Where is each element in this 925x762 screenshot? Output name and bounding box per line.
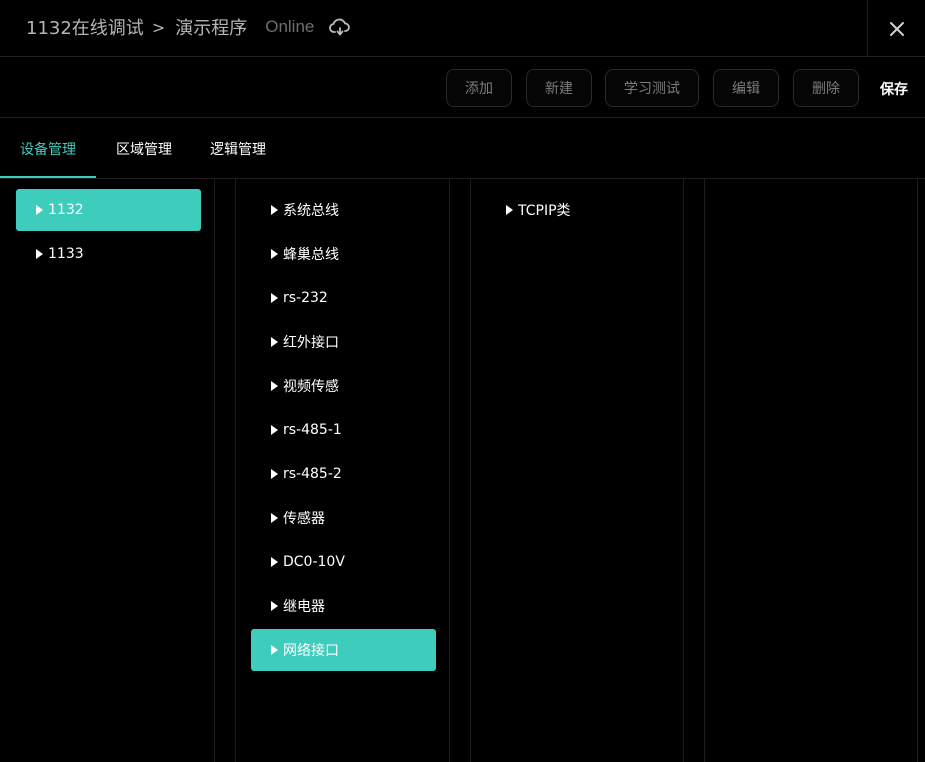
connection-status: Online bbox=[265, 17, 315, 36]
list-item[interactable]: rs-485-2 bbox=[251, 453, 436, 495]
caret-right-icon bbox=[36, 205, 43, 215]
list-item[interactable]: 视频传感 bbox=[251, 365, 436, 407]
caret-right-icon bbox=[36, 249, 43, 259]
delete-button[interactable]: 删除 bbox=[793, 69, 859, 107]
column-divider bbox=[449, 179, 450, 762]
edit-button[interactable]: 编辑 bbox=[713, 69, 779, 107]
caret-right-icon bbox=[271, 381, 278, 391]
add-button[interactable]: 添加 bbox=[446, 69, 512, 107]
tab-area-management[interactable]: 区域管理 bbox=[116, 139, 172, 159]
list-item[interactable]: 红外接口 bbox=[251, 321, 436, 363]
cloud-sync-icon[interactable] bbox=[328, 15, 352, 39]
tab-device-management[interactable]: 设备管理 bbox=[20, 139, 76, 159]
list-item[interactable]: 传感器 bbox=[251, 497, 436, 539]
column-divider bbox=[470, 179, 471, 762]
toolbar: 添加 新建 学习测试 编辑 删除 保存 bbox=[0, 57, 925, 118]
caret-right-icon bbox=[271, 645, 278, 655]
list-item[interactable]: 系统总线 bbox=[251, 189, 436, 231]
list-item[interactable]: rs-232 bbox=[251, 277, 436, 319]
list-item[interactable]: DC0-10V bbox=[251, 541, 436, 583]
caret-right-icon bbox=[271, 425, 278, 435]
breadcrumb-separator: > bbox=[151, 17, 166, 37]
caret-right-icon bbox=[271, 293, 278, 303]
tab-bar: 设备管理 区域管理 逻辑管理 bbox=[0, 118, 925, 179]
list-item-device-1132[interactable]: 1132 bbox=[16, 189, 201, 231]
breadcrumb: 1132在线调试 > 演示程序 Online bbox=[26, 14, 352, 40]
breadcrumb-program: 演示程序 bbox=[175, 18, 248, 39]
caret-right-icon bbox=[271, 205, 278, 215]
caret-right-icon bbox=[271, 469, 278, 479]
tab-logic-management[interactable]: 逻辑管理 bbox=[210, 139, 266, 159]
caret-right-icon bbox=[271, 249, 278, 259]
close-icon bbox=[889, 21, 904, 36]
list-item-device-1133[interactable]: 1133 bbox=[16, 233, 201, 275]
column-divider bbox=[235, 179, 236, 762]
column-divider bbox=[683, 179, 684, 762]
caret-right-icon bbox=[271, 601, 278, 611]
active-tab-indicator bbox=[0, 176, 96, 178]
caret-right-icon bbox=[271, 513, 278, 523]
list-item[interactable]: rs-485-1 bbox=[251, 409, 436, 451]
empty-column bbox=[705, 180, 917, 762]
learn-test-button[interactable]: 学习测试 bbox=[605, 69, 699, 107]
close-button[interactable] bbox=[867, 0, 925, 57]
title-bar: 1132在线调试 > 演示程序 Online bbox=[0, 0, 925, 57]
caret-right-icon bbox=[506, 205, 513, 215]
new-button[interactable]: 新建 bbox=[526, 69, 592, 107]
breadcrumb-app-title[interactable]: 1132在线调试 bbox=[26, 14, 144, 40]
list-item[interactable]: 继电器 bbox=[251, 585, 436, 627]
caret-right-icon bbox=[271, 557, 278, 567]
save-button[interactable]: 保存 bbox=[880, 79, 908, 99]
column-divider bbox=[917, 179, 918, 762]
list-item[interactable]: 蜂巢总线 bbox=[251, 233, 436, 275]
list-item-selected[interactable]: 网络接口 bbox=[251, 629, 436, 671]
caret-right-icon bbox=[271, 337, 278, 347]
list-item[interactable]: TCPIP类 bbox=[486, 189, 671, 231]
column-divider bbox=[214, 179, 215, 762]
